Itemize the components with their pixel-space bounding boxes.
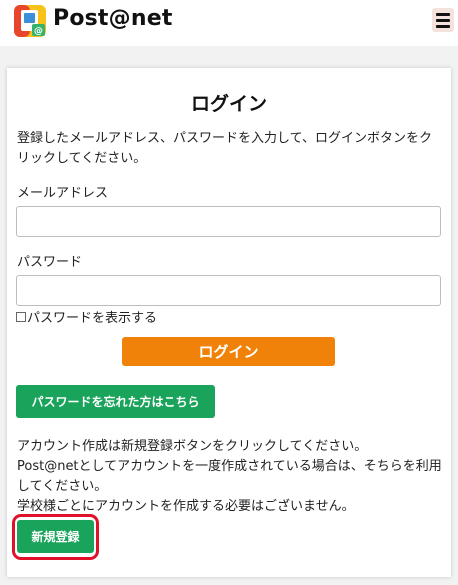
account-notice: アカウント作成は新規登録ボタンをクリックしてください。 Post@netとしてア…: [17, 437, 445, 517]
post-at-net-logo-icon[interactable]: @: [13, 4, 47, 38]
email-field[interactable]: [16, 206, 441, 237]
login-button[interactable]: ログイン: [122, 337, 335, 366]
register-button[interactable]: 新規登録: [17, 520, 94, 553]
email-label: メールアドレス: [17, 186, 109, 201]
hamburger-menu-icon[interactable]: [432, 8, 454, 32]
site-header: @ Post@net: [0, 0, 458, 46]
page-title: ログイン: [190, 93, 267, 115]
notice-line: Post@netとしてアカウントを一度作成されている場合は、そちらを利用してくだ…: [17, 459, 442, 494]
show-password-label: パスワードを表示する: [27, 311, 158, 326]
brand-name[interactable]: Post@net: [53, 6, 173, 31]
notice-line: アカウント作成は新規登録ボタンをクリックしてください。: [17, 439, 368, 454]
svg-text:@: @: [34, 27, 43, 37]
show-password-toggle[interactable]: パスワードを表示する: [16, 307, 157, 326]
password-label: パスワード: [17, 255, 83, 270]
show-password-checkbox[interactable]: [16, 311, 26, 322]
password-field[interactable]: [16, 275, 441, 306]
login-instructions: 登録したメールアドレス、パスワードを入力して、ログインボタンをクリックしてくださ…: [17, 131, 432, 166]
forgot-password-button[interactable]: パスワードを忘れた方はこちら: [16, 385, 215, 418]
